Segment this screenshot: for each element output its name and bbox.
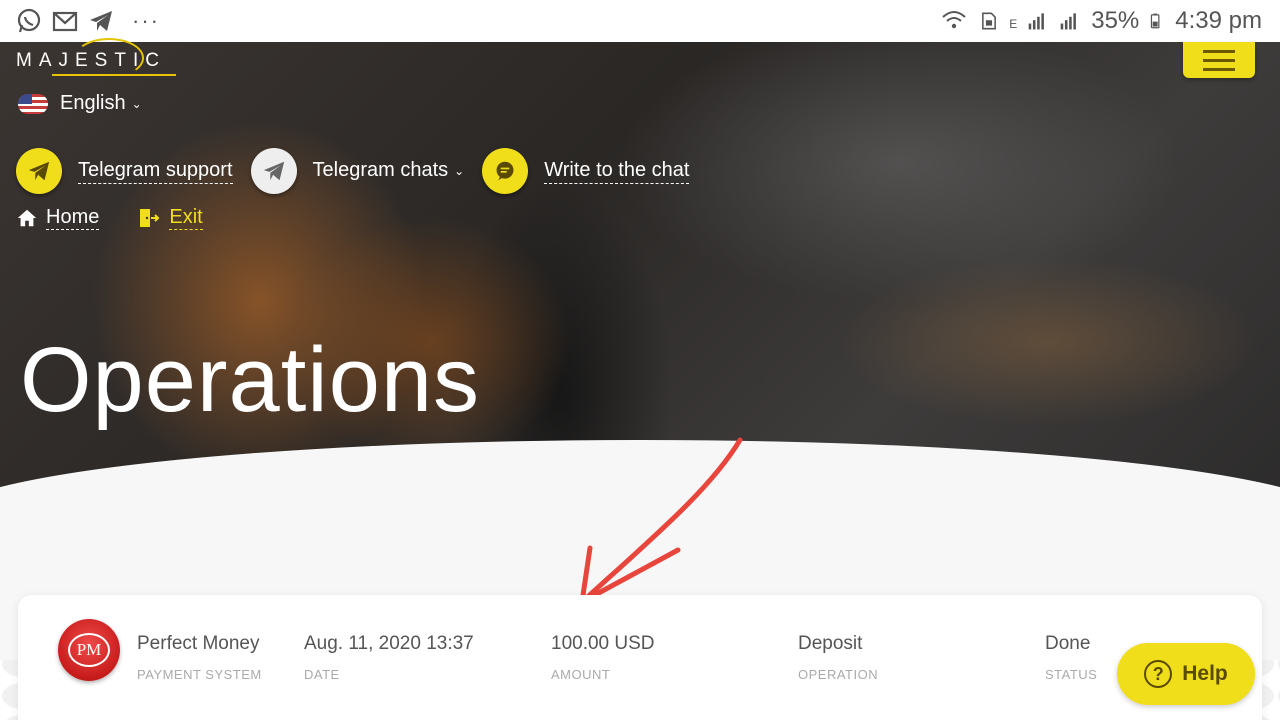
whatsapp-icon xyxy=(17,8,41,33)
date-cell: Aug. 11, 2020 13:37 DATE xyxy=(304,633,474,682)
telegram-icon xyxy=(16,148,62,194)
battery-icon xyxy=(1151,13,1160,29)
language-selector[interactable]: English ⌄ xyxy=(18,92,142,115)
menu-bar-icon xyxy=(1203,49,1235,53)
main-nav: Home Exit xyxy=(16,206,203,230)
status-value: Done xyxy=(1045,633,1091,654)
write-to-chat-link[interactable]: Write to the chat xyxy=(482,148,690,194)
status-bar: ··· E 35% 4:39 pm xyxy=(0,0,1280,42)
annotation-arrow xyxy=(579,437,743,605)
amount-label: AMOUNT xyxy=(551,667,611,682)
menu-bar-icon xyxy=(1203,58,1235,62)
payment-system-label: PAYMENT SYSTEM xyxy=(137,667,262,682)
help-button[interactable]: ? Help xyxy=(1117,643,1255,705)
status-bar-right: E 35% 4:39 pm xyxy=(939,7,1262,35)
exit-link[interactable]: Exit xyxy=(137,206,203,230)
status-bar-left: ··· xyxy=(16,8,160,34)
home-link[interactable]: Home xyxy=(16,206,100,230)
gmail-icon xyxy=(52,11,78,32)
telegram-support-label: Telegram support xyxy=(78,159,233,184)
exit-icon xyxy=(140,209,160,227)
date-value: Aug. 11, 2020 13:37 xyxy=(304,633,474,654)
operation-value: Deposit xyxy=(798,633,863,654)
operation-cell: Deposit OPERATION xyxy=(798,633,878,682)
clock: 4:39 pm xyxy=(1175,7,1262,34)
telegram-icon xyxy=(90,11,112,31)
signal-icon-2 xyxy=(1060,13,1077,30)
chevron-down-icon: ⌄ xyxy=(454,164,465,178)
operation-label: OPERATION xyxy=(798,667,879,682)
date-label: DATE xyxy=(304,667,340,682)
home-label: Home xyxy=(46,206,100,230)
payment-system-cell: Perfect Money PAYMENT SYSTEM xyxy=(137,633,262,682)
telegram-icon xyxy=(250,148,297,194)
more-notifications: ··· xyxy=(132,8,160,33)
payment-system-value: Perfect Money xyxy=(137,633,260,654)
sim-card-icon xyxy=(982,12,997,30)
telegram-chats-label: Telegram chats xyxy=(312,159,449,181)
chevron-down-icon: ⌄ xyxy=(131,96,142,111)
help-label: Help xyxy=(1182,662,1228,685)
exit-label: Exit xyxy=(169,206,203,230)
status-cell: Done STATUS xyxy=(1045,633,1097,682)
amount-cell: 100.00 USD AMOUNT xyxy=(551,633,655,682)
majestic-logo[interactable]: MAJESTIC xyxy=(16,38,176,88)
write-to-chat-label: Write to the chat xyxy=(544,159,690,184)
telegram-support-link[interactable]: Telegram support xyxy=(16,148,233,194)
home-icon xyxy=(17,209,37,227)
logo-text: MAJESTIC xyxy=(16,50,166,71)
status-label: STATUS xyxy=(1045,667,1098,682)
question-icon: ? xyxy=(1144,660,1173,688)
logo-underline xyxy=(52,74,176,76)
page-title: Operations xyxy=(20,329,481,431)
perfect-money-logo: PM xyxy=(58,619,120,681)
chat-bubble-icon xyxy=(482,148,529,194)
us-flag-icon xyxy=(18,93,48,114)
language-label: English xyxy=(60,92,126,114)
signal-icon xyxy=(1028,13,1045,30)
hamburger-menu-button[interactable] xyxy=(1183,42,1255,78)
operation-row: PM Perfect Money PAYMENT SYSTEM Aug. 11,… xyxy=(18,595,1262,720)
menu-bar-icon xyxy=(1203,67,1235,71)
pm-logo-text: PM xyxy=(68,633,110,667)
battery-percent: 35% xyxy=(1091,7,1140,34)
support-links: Telegram support Telegram chats ⌄ Write … xyxy=(16,148,707,194)
amount-value: 100.00 USD xyxy=(551,633,655,654)
network-type: E xyxy=(1009,17,1018,31)
telegram-chats-dropdown[interactable]: Telegram chats ⌄ xyxy=(250,148,465,194)
wifi-icon xyxy=(942,11,966,29)
